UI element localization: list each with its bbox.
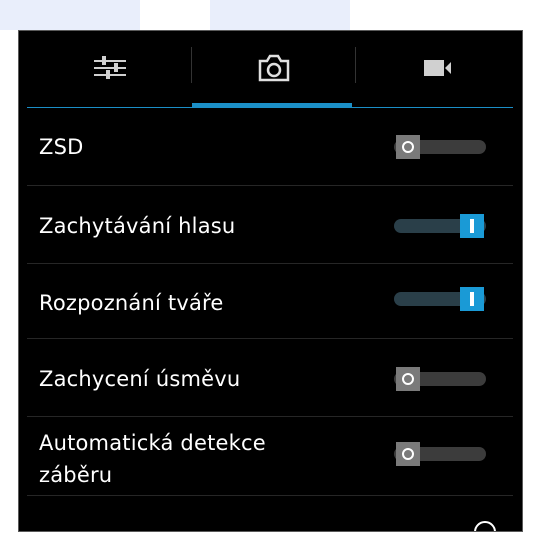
- off-indicator-icon: [402, 448, 414, 460]
- setting-label-smile-capture: Zachycení úsměvu: [39, 367, 241, 391]
- toggle-thumb: [460, 214, 484, 238]
- toggle-thumb: [396, 367, 420, 391]
- on-indicator-icon: [470, 292, 474, 306]
- settings-tab-bar: [19, 31, 522, 109]
- toggle-thumb: [396, 442, 420, 466]
- face-recognition-toggle[interactable]: [394, 287, 486, 311]
- off-indicator-icon: [402, 141, 414, 153]
- row-divider: [27, 416, 513, 417]
- tab-video-settings[interactable]: [355, 31, 520, 105]
- setting-label-zsd: ZSD: [39, 135, 84, 159]
- toggle-thumb: [396, 135, 420, 159]
- camera-settings-panel: ZSD Zachytávání hlasu Rozpoznání tváře Z…: [18, 30, 523, 532]
- background-decoration: [210, 0, 350, 30]
- smile-capture-toggle[interactable]: [394, 367, 486, 391]
- info-icon[interactable]: [474, 521, 496, 531]
- setting-label-auto-scene-detection-line2: záběru: [39, 463, 113, 487]
- setting-label-face-recognition: Rozpoznání tváře: [39, 291, 224, 315]
- camera-icon: [258, 54, 289, 82]
- row-divider: [27, 263, 513, 264]
- toggle-thumb: [460, 287, 484, 311]
- setting-label-auto-scene-detection: Automatická detekce: [39, 431, 266, 455]
- setting-label-voice-capture: Zachytávání hlasu: [39, 214, 236, 238]
- video-camera-icon: [423, 60, 451, 76]
- row-divider: [27, 338, 513, 339]
- tab-photo-settings[interactable]: [191, 31, 356, 105]
- background-decoration: [0, 0, 140, 30]
- row-divider: [27, 495, 513, 496]
- on-indicator-icon: [470, 219, 474, 233]
- voice-capture-toggle[interactable]: [394, 214, 486, 238]
- auto-scene-detection-toggle[interactable]: [394, 442, 486, 466]
- off-indicator-icon: [402, 373, 414, 385]
- tab-general-settings[interactable]: [27, 31, 192, 105]
- row-divider: [27, 185, 513, 186]
- zsd-toggle[interactable]: [394, 135, 486, 159]
- active-tab-indicator: [192, 103, 352, 108]
- sliders-icon: [93, 56, 126, 79]
